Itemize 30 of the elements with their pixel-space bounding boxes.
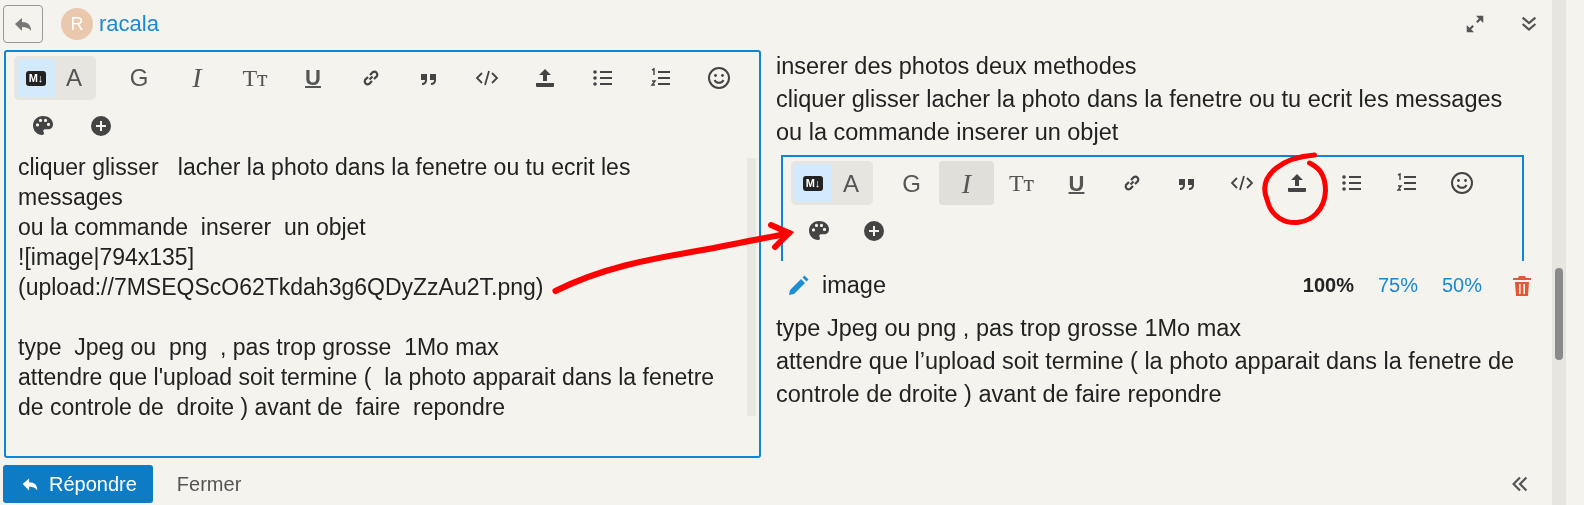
text-line: ou la commande inserer un objet — [18, 213, 367, 242]
text-line: ![image|794x135] — [18, 243, 196, 272]
text-line: cliquer glisser lacher la photo dans la fenetre ou tu ecrit les messages — [776, 85, 1504, 114]
text-line: type Jpeg ou png , pas trop grosse 1Mo max — [776, 314, 1243, 343]
rich-text-mode-button[interactable]: A — [832, 164, 870, 202]
underline-button[interactable]: U — [284, 56, 342, 100]
g-button[interactable]: G — [884, 161, 939, 205]
text-line: type Jpeg ou png , pas trop grosse 1Mo max — [18, 333, 500, 362]
italic-button[interactable]: I — [168, 56, 226, 100]
text-size-button[interactable]: Tт — [994, 161, 1049, 205]
image-size-link[interactable]: 50% — [1441, 269, 1482, 302]
markdown-mode-button[interactable]: M↓ — [794, 164, 832, 202]
text-line: attendre que l'upload soit termine ( la photo apparait dans la fenetre de controle de droite ) avant de faire repondre — [18, 363, 715, 422]
reply-button[interactable]: Répondre — [3, 465, 153, 503]
image-size-link[interactable]: 75% — [1377, 269, 1418, 302]
text-line: (upload://7MSEQScO62Tkdah3g6QDyZzAu2T.png) — [18, 273, 545, 302]
text-line: attendre que l’upload soit termine ( la photo apparait dans la fenetre de controle de droite ) avant de faire repondre — [776, 347, 1516, 409]
avatar: R — [61, 8, 93, 40]
image-size-link[interactable]: 100% — [1302, 269, 1354, 302]
markdown-mode-button[interactable]: M↓ — [17, 59, 55, 97]
underline-button[interactable]: U — [1049, 161, 1104, 205]
close-link[interactable]: Fermer — [176, 472, 242, 496]
text-line: inserer des photos deux methodes — [776, 52, 1138, 81]
text-size-button[interactable]: Tт — [226, 56, 284, 100]
rich-text-mode-button[interactable]: A — [55, 59, 93, 97]
image-name: image — [822, 271, 887, 300]
username-link[interactable]: racala — [99, 11, 159, 37]
text-line: ou la commande inserer un objet — [776, 118, 1120, 147]
g-button[interactable]: G — [110, 56, 168, 100]
italic-button[interactable]: I — [939, 161, 994, 205]
